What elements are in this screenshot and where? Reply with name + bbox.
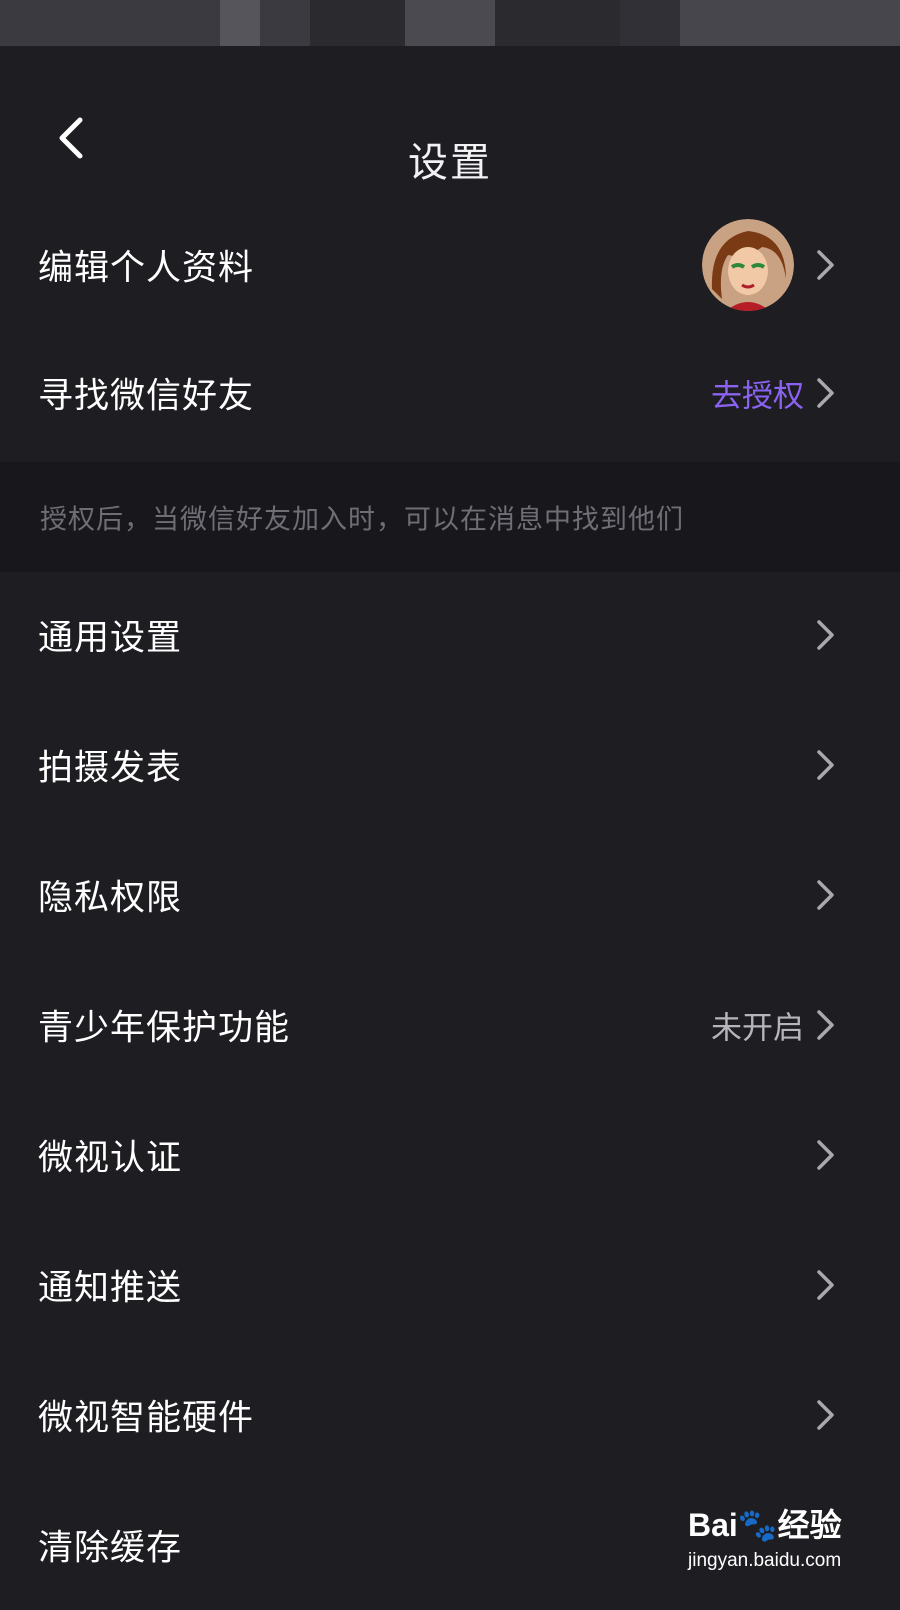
chevron-right-icon — [817, 1400, 834, 1430]
row-label: 清除缓存 — [38, 1528, 183, 1569]
row-smart-hardware[interactable]: 微视智能硬件 — [0, 1350, 900, 1480]
row-notifications[interactable]: 通知推送 — [0, 1220, 900, 1350]
row-privacy[interactable]: 隐私权限 — [0, 830, 900, 960]
chevron-right-icon — [817, 250, 834, 280]
row-edit-profile[interactable]: 编辑个人资料 — [0, 200, 900, 330]
chevron-right-icon — [817, 750, 834, 780]
row-label: 微视智能硬件 — [38, 1398, 255, 1439]
avatar — [702, 219, 794, 311]
teen-protection-status: 未开启 — [711, 1010, 804, 1047]
row-label: 微视认证 — [38, 1138, 183, 1179]
watermark-url: jingyan.baidu.com — [688, 1550, 842, 1571]
row-find-wechat-friends[interactable]: 寻找微信好友 去授权 — [0, 328, 900, 458]
row-label: 拍摄发表 — [38, 748, 183, 789]
row-weishi-certification[interactable]: 微视认证 — [0, 1090, 900, 1220]
row-shoot-publish[interactable]: 拍摄发表 — [0, 700, 900, 830]
chevron-right-icon — [817, 880, 834, 910]
navigation-bar: 设置 — [0, 46, 900, 216]
row-label: 隐私权限 — [38, 878, 183, 919]
chevron-right-icon — [817, 620, 834, 650]
row-label: 通用设置 — [38, 618, 183, 659]
chevron-right-icon — [817, 1140, 834, 1170]
wechat-tip-band: 授权后，当微信好友加入时，可以在消息中找到他们 — [0, 462, 900, 572]
chevron-right-icon — [817, 1270, 834, 1300]
baidu-jingyan-watermark: Bai🐾经验 jingyan.baidu.com — [688, 1500, 858, 1580]
watermark-brand: Bai🐾经验 — [688, 1507, 842, 1543]
status-bar-blurred — [0, 0, 900, 46]
wechat-tip-text: 授权后，当微信好友加入时，可以在消息中找到他们 — [40, 504, 684, 536]
row-teen-protection[interactable]: 青少年保护功能 未开启 — [0, 960, 900, 1090]
row-general-settings[interactable]: 通用设置 — [0, 570, 900, 700]
row-label: 编辑个人资料 — [38, 248, 255, 289]
row-label: 青少年保护功能 — [38, 1008, 291, 1049]
row-label: 通知推送 — [38, 1268, 183, 1309]
row-label: 寻找微信好友 — [38, 376, 255, 417]
page-title: 设置 — [408, 140, 492, 186]
chevron-right-icon — [817, 378, 834, 408]
chevron-right-icon — [817, 1010, 834, 1040]
authorize-link[interactable]: 去授权 — [711, 371, 804, 416]
